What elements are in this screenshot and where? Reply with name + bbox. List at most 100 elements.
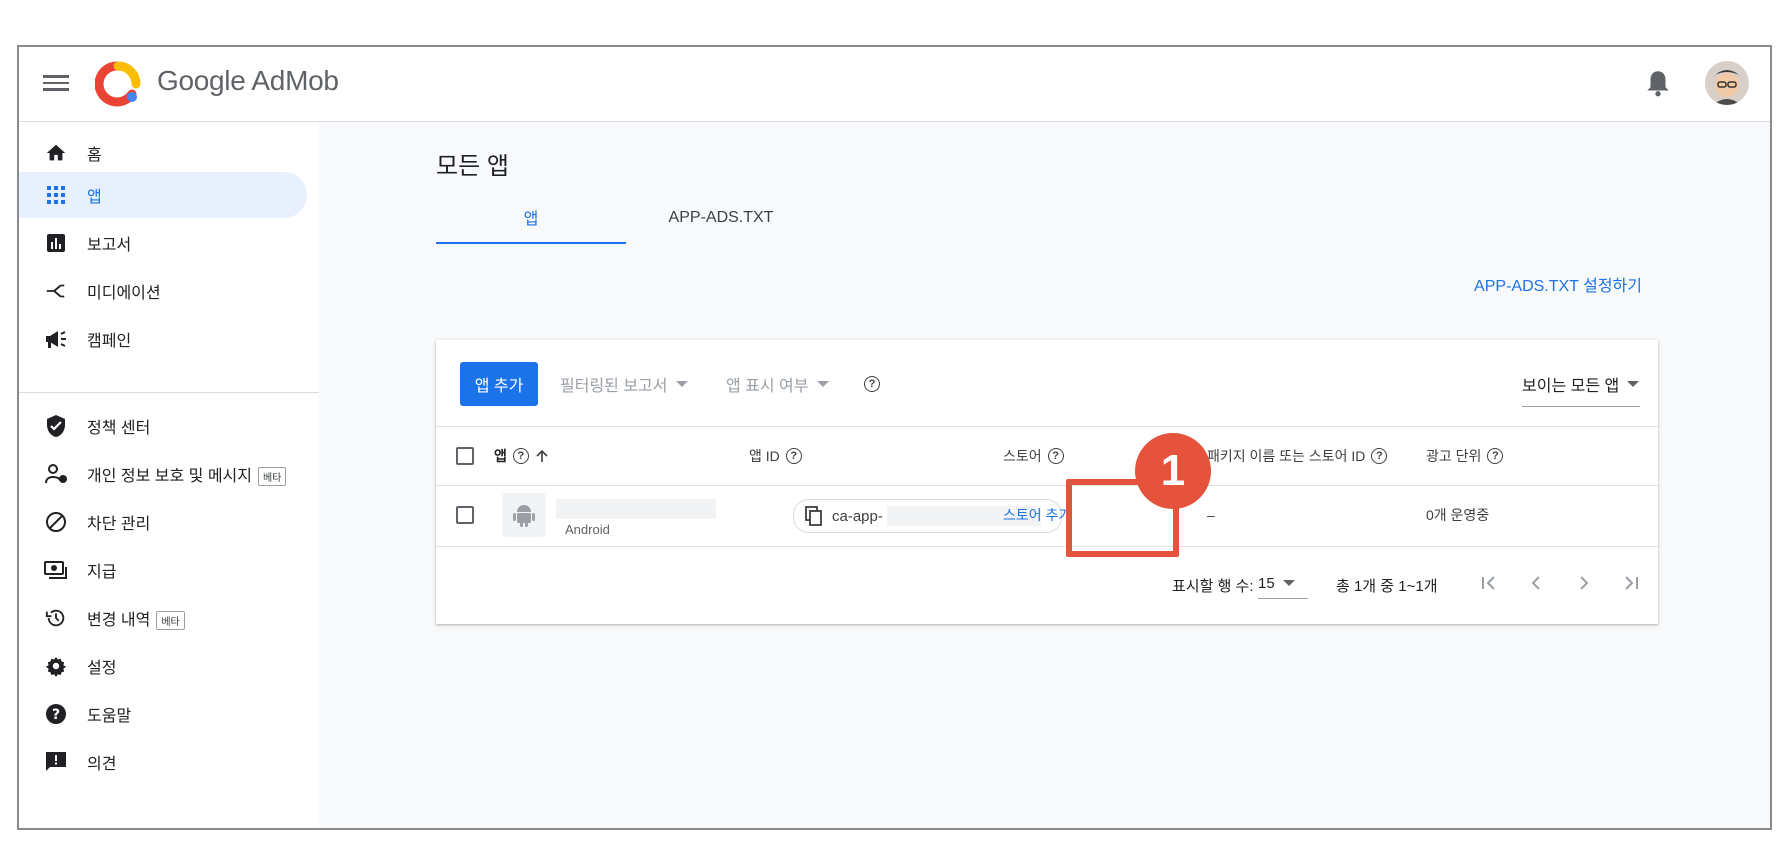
chevron-down-icon xyxy=(1282,580,1295,586)
apps-table-card: 앱 추가 필터링된 보고서 앱 표시 여부 ? 보이는 모든 앱 앱 ? 앱 I… xyxy=(436,340,1658,624)
select-all-checkbox[interactable] xyxy=(456,427,474,485)
beta-badge: 베타 xyxy=(257,467,287,487)
column-header-ad-units: 광고 단위 ? xyxy=(1426,427,1504,485)
chevron-down-icon xyxy=(675,381,688,387)
history-label-text: 변경 내역 xyxy=(87,611,151,629)
toolbar-help-icon[interactable]: ? xyxy=(864,362,880,406)
help-glyph: ? xyxy=(864,376,880,392)
app-platform-label: Android xyxy=(565,522,610,537)
previous-page-icon[interactable] xyxy=(1521,568,1551,598)
notifications-bell-icon[interactable] xyxy=(1645,68,1671,98)
chevron-down-icon xyxy=(816,381,829,387)
account-avatar[interactable] xyxy=(1705,61,1749,105)
column-header-label: 광고 단위 xyxy=(1426,448,1482,464)
first-page-icon[interactable] xyxy=(1474,568,1504,598)
help-icon[interactable]: ? xyxy=(512,448,529,464)
app-view-select[interactable]: 보이는 모든 앱 xyxy=(1522,362,1640,407)
history-icon xyxy=(43,605,69,631)
top-app-bar: Google AdMob xyxy=(19,47,1770,122)
sidebar-item-help[interactable]: ? 도움말 xyxy=(19,691,307,737)
table-row: Android ca-app- 스토어 추가 – 0개 운영중 xyxy=(436,484,1658,547)
column-header-app-id: 앱 ID ? xyxy=(749,427,802,485)
app-id-value: ca-app- xyxy=(832,507,883,525)
policy-shield-icon xyxy=(43,413,69,439)
next-page-icon[interactable] xyxy=(1569,568,1599,598)
sort-ascending-arrow-icon[interactable] xyxy=(535,449,549,463)
table-pagination: 표시할 행 수: 15 총 1개 중 1~1개 xyxy=(436,546,1658,624)
table-header-row: 앱 ? 앱 ID ? 스토어 ? 패키지 이름 또는 스토어 ID ? 광고 단… xyxy=(436,426,1658,486)
sidebar-item-reports[interactable]: 보고서 xyxy=(19,220,307,266)
home-icon xyxy=(43,140,69,166)
sidebar-item-campaigns[interactable]: 캠페인 xyxy=(19,316,307,362)
sidebar-item-label: 캠페인 xyxy=(87,333,132,350)
sidebar-item-label: 지급 xyxy=(87,564,117,581)
column-header-store: 스토어 ? xyxy=(1003,427,1064,485)
apps-grid-icon xyxy=(43,182,69,208)
annotation-step-badge: 1 xyxy=(1135,433,1211,509)
copy-icon[interactable] xyxy=(804,506,824,526)
column-header-app[interactable]: 앱 ? xyxy=(494,427,549,485)
add-store-link[interactable]: 스토어 추가 xyxy=(1003,484,1071,546)
page-range-text: 총 1개 중 1~1개 xyxy=(1336,578,1438,595)
help-icon[interactable]: ? xyxy=(1047,448,1064,464)
campaign-megaphone-icon xyxy=(43,326,69,352)
page-title: 모든 앱 xyxy=(436,153,509,180)
app-visibility-dropdown[interactable]: 앱 표시 여부 xyxy=(726,362,829,406)
sidebar-item-label: 설정 xyxy=(87,660,117,677)
admob-logo-icon xyxy=(95,61,141,107)
row-checkbox[interactable] xyxy=(456,484,474,546)
tab-apps[interactable]: 앱 xyxy=(436,192,626,244)
feedback-icon xyxy=(43,749,69,775)
chevron-down-icon xyxy=(1627,381,1640,387)
sidebar-item-blocking[interactable]: 차단 관리 xyxy=(19,499,307,545)
sidebar-item-label: 보고서 xyxy=(87,237,132,254)
rows-per-page-value: 15 xyxy=(1258,574,1275,592)
help-icon[interactable]: ? xyxy=(1487,448,1504,464)
column-header-label: 패키지 이름 또는 스토어 ID xyxy=(1207,448,1366,464)
column-header-label: 앱 xyxy=(494,448,507,464)
block-icon xyxy=(43,509,69,535)
main-content: 모든 앱 앱 APP-ADS.TXT APP-ADS.TXT 설정하기 앱 추가… xyxy=(319,122,1770,828)
sidebar-item-privacy-messaging[interactable]: 개인 정보 보호 및 메시지 베타 xyxy=(19,451,307,497)
android-app-icon xyxy=(502,484,546,546)
help-icon[interactable]: ? xyxy=(1371,448,1388,464)
tab-app-ads-txt[interactable]: APP-ADS.TXT xyxy=(626,192,816,244)
sidebar-item-label: 의견 xyxy=(87,756,117,773)
sidebar-item-label: 변경 내역 베타 xyxy=(87,606,185,631)
rows-per-page-select[interactable]: 15 xyxy=(1258,568,1308,599)
settings-gear-icon xyxy=(43,653,69,679)
rows-per-page-label: 표시할 행 수: xyxy=(1172,578,1254,595)
sidebar-item-settings[interactable]: 설정 xyxy=(19,643,307,689)
brand-name: Google AdMob xyxy=(157,65,339,96)
redacted-app-name xyxy=(556,499,716,519)
report-chart-icon xyxy=(43,230,69,256)
last-page-icon[interactable] xyxy=(1616,568,1646,598)
sidebar-nav: 홈 앱 보고서 미디에이션 캠페인 정책 센터 개인 정보 보호 및 메시지 베타 xyxy=(19,122,319,828)
help-icon: ? xyxy=(43,701,69,727)
hamburger-menu-icon[interactable] xyxy=(43,72,69,94)
svg-text:?: ? xyxy=(52,707,60,723)
sidebar-item-payments[interactable]: 지급 xyxy=(19,547,307,593)
admob-window: Google AdMob 홈 앱 보고서 미디에이션 캠페인 정책 센터 개인 … xyxy=(17,45,1772,830)
sidebar-item-apps[interactable]: 앱 xyxy=(19,172,307,218)
ad-units-cell: 0개 운영중 xyxy=(1426,507,1490,523)
add-app-button[interactable]: 앱 추가 xyxy=(460,362,538,406)
filtered-reports-dropdown[interactable]: 필터링된 보고서 xyxy=(560,362,688,406)
sidebar-item-policy-center[interactable]: 정책 센터 xyxy=(19,403,307,449)
sidebar-item-feedback[interactable]: 의견 xyxy=(19,739,307,785)
app-visibility-label: 앱 표시 여부 xyxy=(726,378,809,395)
privacy-person-icon xyxy=(43,461,69,487)
sidebar-item-label: 홈 xyxy=(87,147,102,164)
privacy-label-text: 개인 정보 보호 및 메시지 xyxy=(87,467,252,485)
sidebar-item-change-history[interactable]: 변경 내역 베타 xyxy=(19,595,307,641)
sidebar-item-label: 도움말 xyxy=(87,708,132,725)
add-store-link-text[interactable]: 스토어 추가 xyxy=(1003,505,1071,525)
sidebar-item-home[interactable]: 홈 xyxy=(19,130,307,176)
sidebar-item-label: 미디에이션 xyxy=(87,285,161,302)
help-icon[interactable]: ? xyxy=(785,448,802,464)
sidebar-item-label: 앱 xyxy=(87,189,102,206)
sidebar-item-mediation[interactable]: 미디에이션 xyxy=(19,268,307,314)
column-header-label: 스토어 xyxy=(1003,448,1042,464)
sidebar-item-label: 개인 정보 보호 및 메시지 베타 xyxy=(87,462,287,487)
app-ads-txt-setup-link[interactable]: APP-ADS.TXT 설정하기 xyxy=(1474,272,1642,296)
